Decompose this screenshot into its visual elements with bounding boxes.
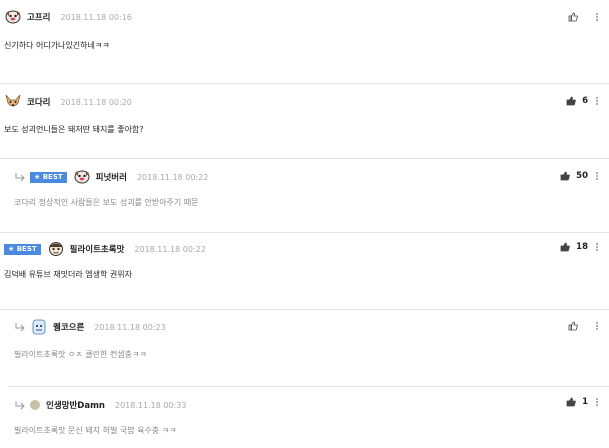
best-badge: ★ BEST <box>4 243 41 255</box>
nickname[interactable]: 고프리 <box>27 11 50 23</box>
dog-face-icon[interactable] <box>4 9 22 25</box>
thumbs-up-icon[interactable] <box>566 96 576 106</box>
reply-arrow-icon <box>15 173 25 182</box>
fox-face-icon[interactable] <box>4 94 22 110</box>
nickname[interactable]: 코다리 <box>27 96 50 108</box>
like-count: 6 <box>582 96 588 106</box>
nickname[interactable]: 피넛버러 <box>96 171 127 183</box>
avatar[interactable] <box>30 400 40 410</box>
divider <box>0 232 609 233</box>
divider <box>8 386 609 387</box>
comment-text: 보도 성괴언니들은 돼저딴 돼지를 좋아함? <box>4 125 144 134</box>
nickname[interactable]: 퀭코으른 <box>53 321 84 333</box>
divider <box>0 309 609 310</box>
nickname[interactable]: 필라이트초록맛 <box>70 243 125 255</box>
dog-face-icon[interactable] <box>73 169 91 185</box>
cartoon-face-icon[interactable] <box>47 241 65 257</box>
timestamp: 2018.11.18 00:33 <box>114 400 187 410</box>
comment-text: 김덕배 유튜브 재밋더라 엠생학 권위자 <box>4 270 132 279</box>
nickname[interactable]: 인생망반Damn <box>46 399 105 411</box>
like-count: 18 <box>576 242 588 252</box>
thumbs-up-icon[interactable] <box>560 242 570 252</box>
timestamp: 2018.11.18 00:22 <box>134 244 206 254</box>
thumbs-up-icon[interactable] <box>568 12 578 22</box>
more-options-icon[interactable] <box>596 322 599 330</box>
more-options-icon[interactable] <box>596 97 599 105</box>
more-options-icon[interactable] <box>596 13 599 21</box>
timestamp: 2018.11.18 00:20 <box>60 97 132 107</box>
best-badge: ★ BEST <box>30 171 67 183</box>
more-options-icon[interactable] <box>596 398 599 406</box>
reply-text: 필라이트초록맛 문신 돼지 허벌 국밥 육수충 ㅋㅋ <box>14 426 177 435</box>
reply-arrow-icon <box>15 401 25 410</box>
divider <box>0 158 609 159</box>
reply-arrow-icon <box>15 323 25 332</box>
divider <box>0 83 609 84</box>
more-options-icon[interactable] <box>596 172 599 180</box>
reply-text: 필라이트초록맛 ㅇㅈ 클린한 컨셉충ㅋㅋ <box>14 350 147 359</box>
thumbs-up-icon[interactable] <box>560 171 570 181</box>
timestamp: 2018.11.18 00:22 <box>136 172 209 182</box>
timestamp: 2018.11.18 00:23 <box>94 322 166 332</box>
like-count: 50 <box>576 171 588 181</box>
comment-text: 신기하다 어디가나있긴하네ㅋㅋ <box>4 41 110 50</box>
more-options-icon[interactable] <box>596 243 599 251</box>
timestamp: 2018.11.18 00:16 <box>60 12 132 22</box>
thumbs-up-icon[interactable] <box>566 397 576 407</box>
character-icon[interactable] <box>30 319 48 335</box>
like-count: 1 <box>582 397 588 407</box>
thumbs-up-icon[interactable] <box>568 321 578 331</box>
reply-text: 코다리 정상적인 사람들은 보도 성괴를 안받아주기 때문 <box>14 198 199 207</box>
